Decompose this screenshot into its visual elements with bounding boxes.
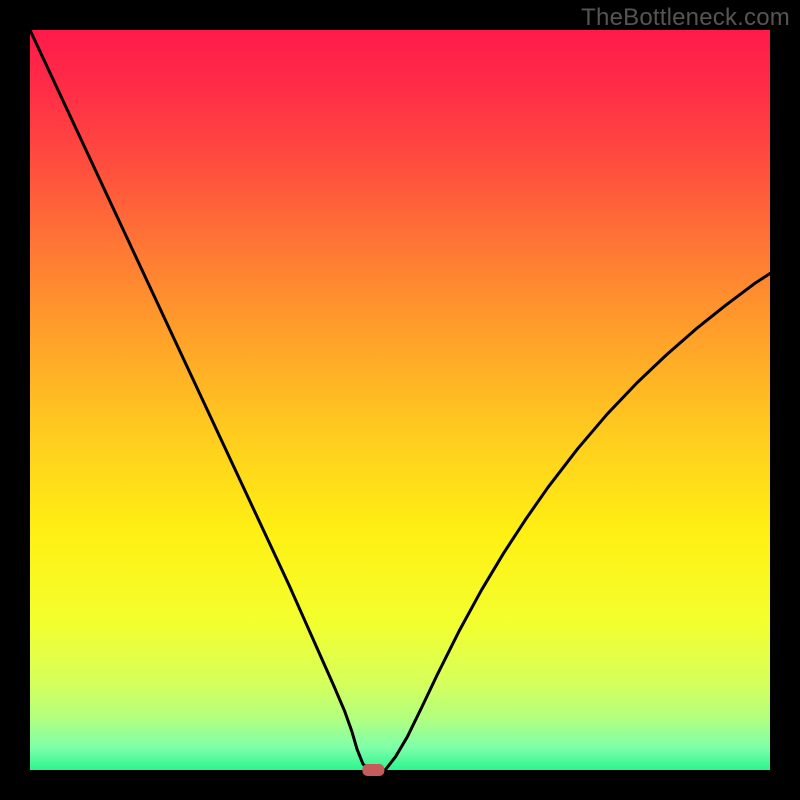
chart-svg (0, 0, 800, 800)
bottleneck-chart: TheBottleneck.com (0, 0, 800, 800)
plot-area-background (30, 30, 770, 770)
watermark-text: TheBottleneck.com (581, 4, 790, 32)
optimal-point-marker (362, 764, 384, 776)
